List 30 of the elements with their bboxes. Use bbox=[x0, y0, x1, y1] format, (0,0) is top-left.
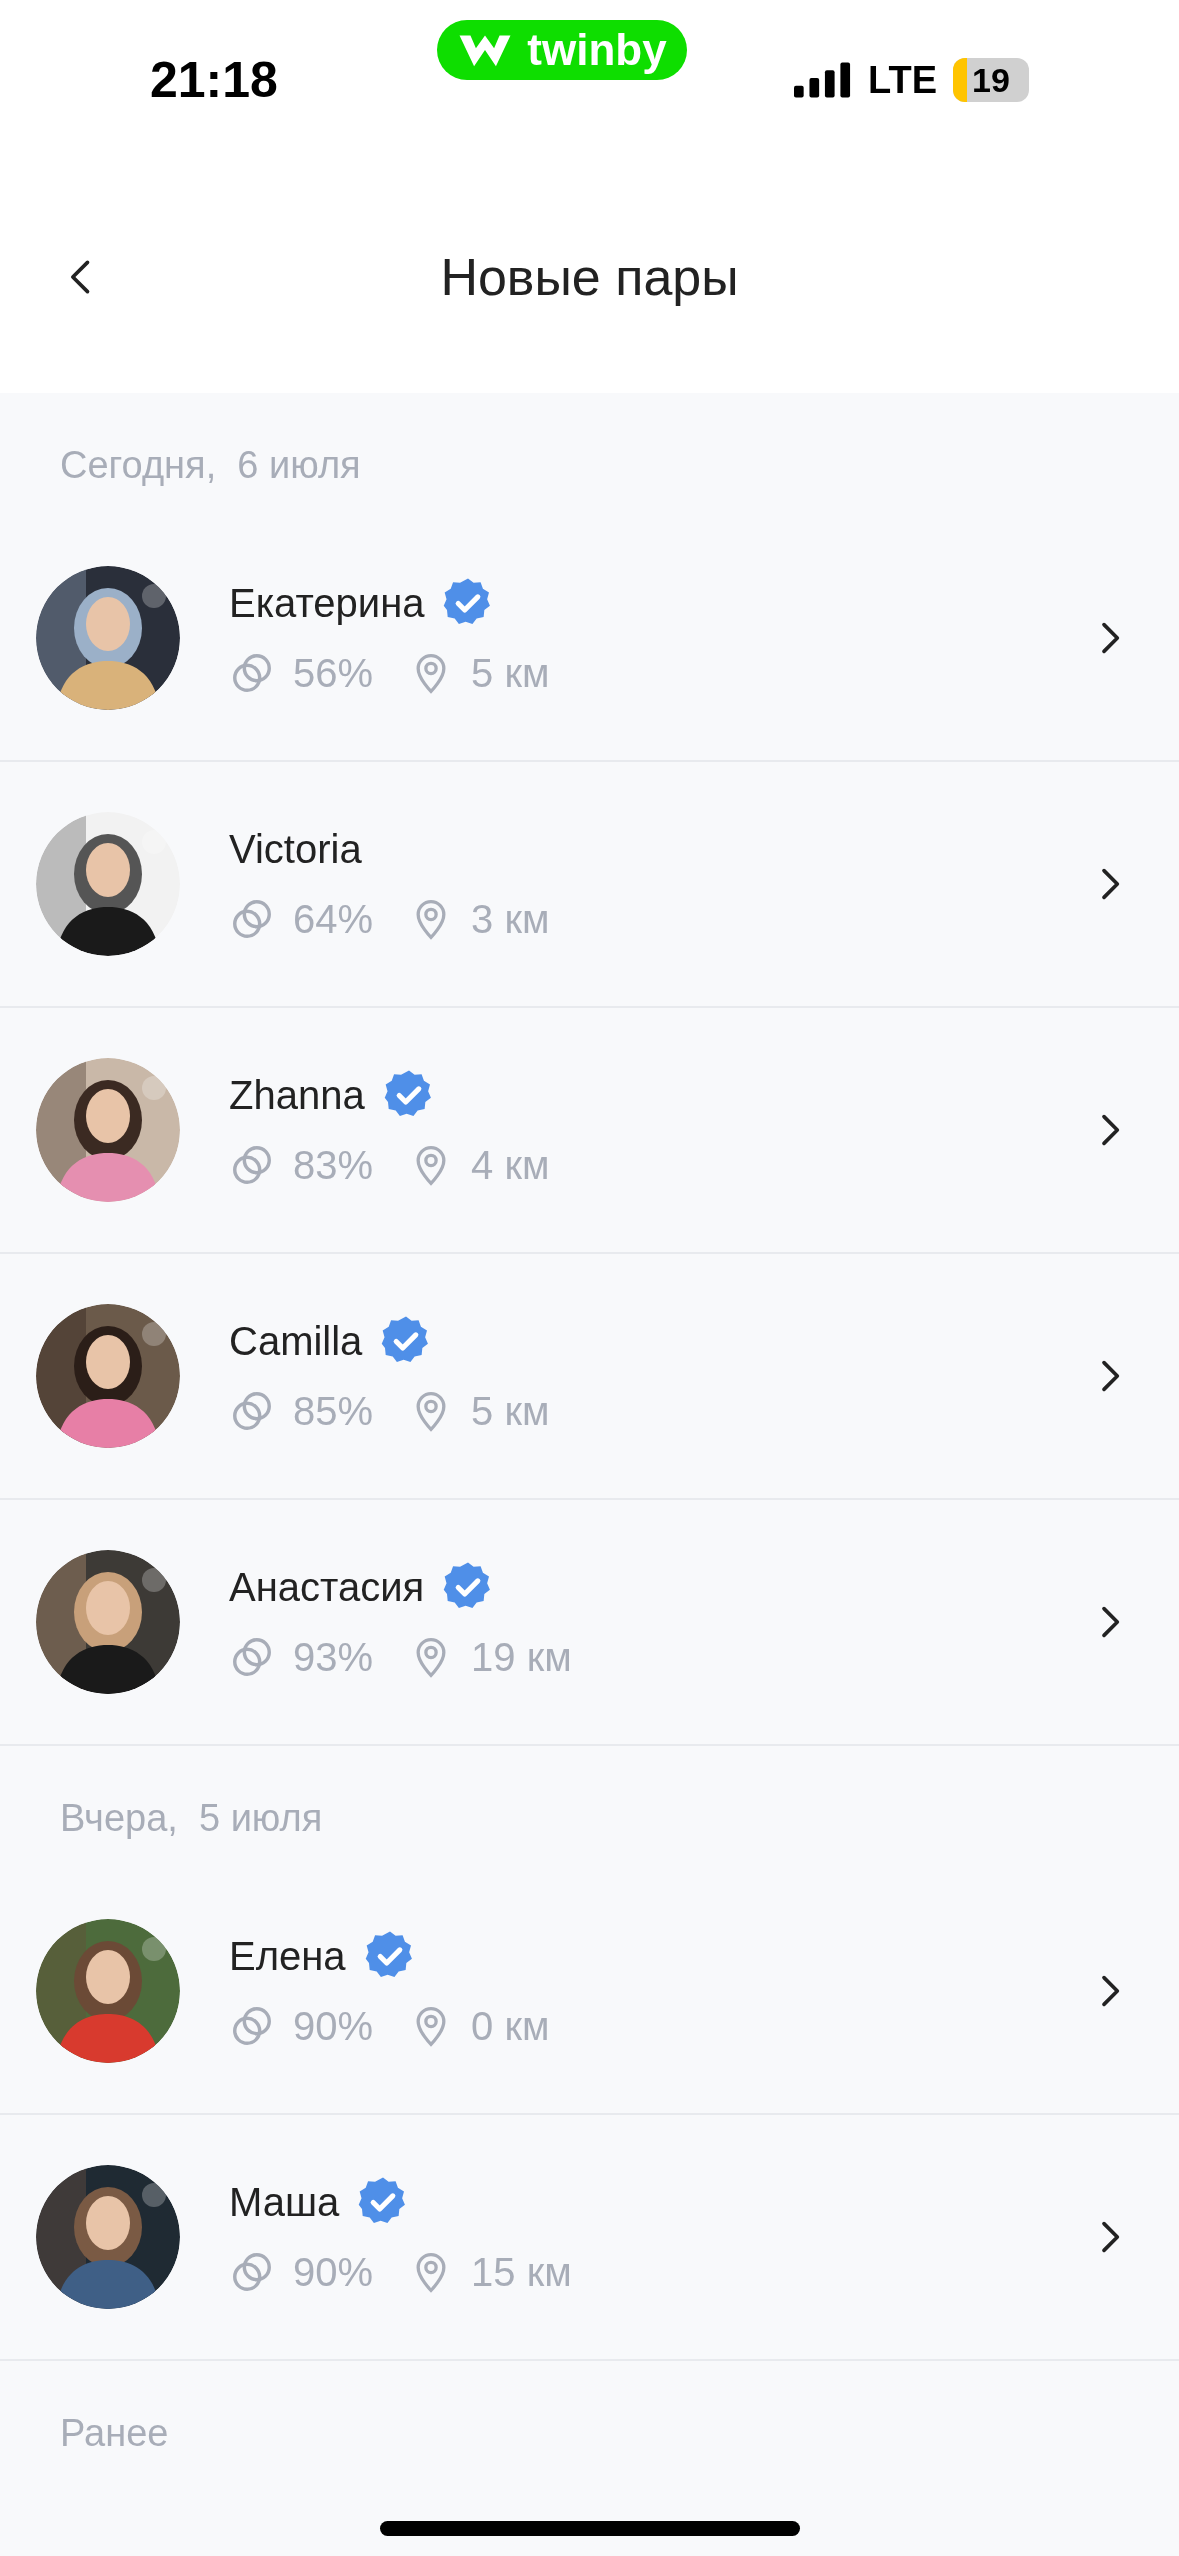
signal-icon bbox=[794, 62, 853, 98]
status-time: 21:18 bbox=[150, 50, 279, 110]
distance-text: 0 км bbox=[471, 2003, 550, 2050]
compatibility-percent: 85% bbox=[293, 1388, 374, 1435]
distance-text: 4 км bbox=[471, 1142, 550, 1189]
match-name: Анастасия bbox=[229, 1564, 425, 1611]
compatibility-percent: 56% bbox=[293, 650, 374, 697]
distance-text: 15 км bbox=[471, 2249, 572, 2296]
battery-indicator: 19 bbox=[953, 58, 1029, 102]
match-name: Camilla bbox=[229, 1318, 363, 1365]
compatibility-percent: 90% bbox=[293, 2249, 374, 2296]
section-date: Ранее bbox=[60, 2411, 169, 2456]
compatibility-percent: 83% bbox=[293, 1142, 374, 1189]
match-name: Маша bbox=[229, 2179, 340, 2226]
app-badge: twinby bbox=[437, 20, 687, 80]
distance-text: 5 км bbox=[471, 650, 550, 697]
distance-text: 19 км bbox=[471, 1634, 572, 1681]
match-name: Zhanna bbox=[229, 1072, 365, 1119]
distance-text: 3 км bbox=[471, 896, 550, 943]
section-date: Сегодня, 6 июля bbox=[60, 443, 361, 488]
page-title: Новые пары bbox=[440, 246, 739, 308]
distance-text: 5 км bbox=[471, 1388, 550, 1435]
compatibility-percent: 64% bbox=[293, 896, 374, 943]
network-type: LTE bbox=[868, 57, 937, 103]
compatibility-percent: 93% bbox=[293, 1634, 374, 1681]
match-name: Victoria bbox=[229, 826, 362, 873]
compatibility-percent: 90% bbox=[293, 2003, 374, 2050]
match-name: Екатерина bbox=[229, 580, 425, 627]
match-name: Елена bbox=[229, 1933, 346, 1980]
section-date: Вчера, 5 июля bbox=[60, 1796, 323, 1841]
